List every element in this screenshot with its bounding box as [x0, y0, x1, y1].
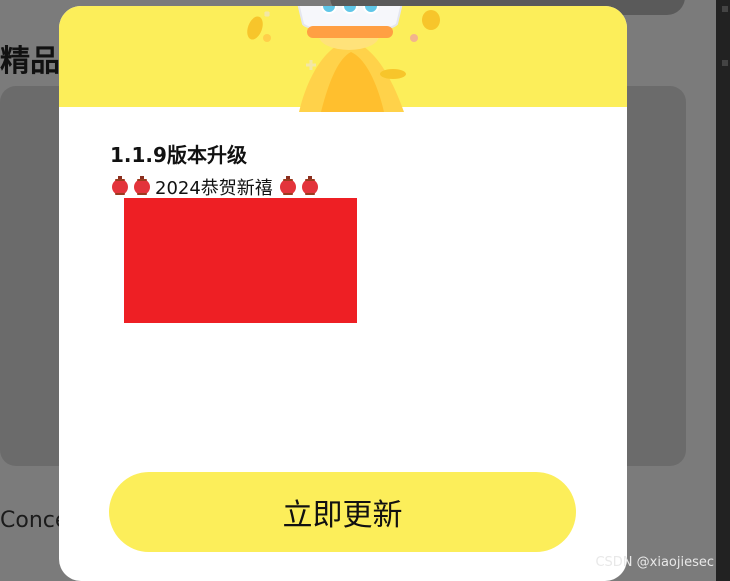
lantern-icon: [279, 176, 296, 195]
watermark: CSDN @xiaojiesec: [595, 555, 714, 570]
rocket-illustration: [247, 6, 440, 112]
background-section-title: 精品: [0, 44, 60, 79]
release-notes-line: 2024恭贺新禧: [110, 175, 320, 199]
lantern-icon: [112, 176, 128, 195]
greeting-text: 2024恭贺新禧: [155, 178, 273, 199]
background-right-edge: [716, 0, 730, 581]
update-now-button[interactable]: 立即更新: [109, 472, 576, 552]
update-dialog: 1.1.9版本升级 2024恭贺新禧 立即更新: [59, 6, 627, 581]
version-title: 1.1.9版本升级: [110, 143, 247, 167]
dialog-header: [59, 6, 627, 112]
redacted-content-block: [124, 198, 357, 323]
lantern-icon: [301, 176, 318, 195]
lantern-icon: [134, 176, 150, 195]
